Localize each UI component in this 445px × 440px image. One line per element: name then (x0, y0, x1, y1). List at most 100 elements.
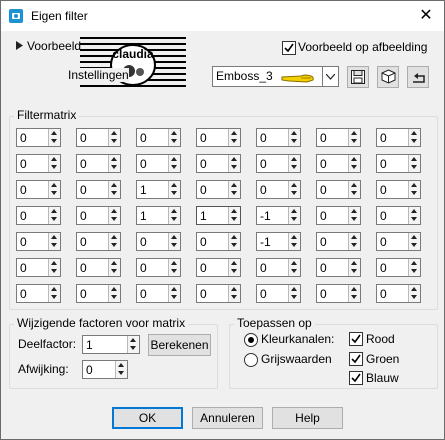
spin-arrows-icon[interactable] (288, 181, 300, 198)
matrix-cell-r7-c2[interactable]: 0 (76, 284, 121, 303)
spin-arrows-icon[interactable] (288, 259, 300, 276)
spin-arrows-icon[interactable] (408, 259, 420, 276)
bias-spinbox[interactable]: 0 (82, 360, 128, 379)
preview-on-image-checkbox[interactable] (282, 41, 296, 55)
matrix-cell-r4-c5[interactable]: -1 (256, 206, 301, 225)
matrix-cell-r7-c6[interactable]: 0 (316, 284, 361, 303)
matrix-cell-r6-c5[interactable]: 0 (256, 258, 301, 277)
matrix-cell-r7-c4[interactable]: 0 (196, 284, 241, 303)
matrix-cell-r6-c3[interactable]: 0 (136, 258, 181, 277)
divisor-spinbox[interactable]: 1 (82, 335, 140, 354)
spin-arrows-icon[interactable] (288, 233, 300, 250)
spin-arrows-icon[interactable] (228, 181, 240, 198)
spin-arrows-icon[interactable] (115, 361, 127, 378)
spin-arrows-icon[interactable] (168, 181, 180, 198)
reset-button[interactable] (407, 66, 429, 88)
matrix-cell-r4-c4[interactable]: 1 (196, 206, 241, 225)
matrix-cell-r3-c4[interactable]: 0 (196, 180, 241, 199)
matrix-cell-r5-c5[interactable]: -1 (256, 232, 301, 251)
matrix-cell-r5-c4[interactable]: 0 (196, 232, 241, 251)
spin-arrows-icon[interactable] (408, 129, 420, 146)
matrix-cell-r1-c1[interactable]: 0 (16, 128, 61, 147)
spin-arrows-icon[interactable] (168, 155, 180, 172)
matrix-cell-r4-c7[interactable]: 0 (376, 206, 421, 225)
spin-arrows-icon[interactable] (348, 259, 360, 276)
spin-arrows-icon[interactable] (48, 233, 60, 250)
spin-arrows-icon[interactable] (288, 285, 300, 302)
spin-arrows-icon[interactable] (408, 285, 420, 302)
matrix-cell-r1-c4[interactable]: 0 (196, 128, 241, 147)
spin-arrows-icon[interactable] (288, 129, 300, 146)
spin-arrows-icon[interactable] (228, 285, 240, 302)
spin-arrows-icon[interactable] (348, 155, 360, 172)
spin-arrows-icon[interactable] (348, 285, 360, 302)
save-preset-button[interactable] (347, 66, 369, 88)
spin-arrows-icon[interactable] (288, 155, 300, 172)
blue-checkbox[interactable] (349, 371, 363, 385)
matrix-cell-r4-c1[interactable]: 0 (16, 206, 61, 225)
spin-arrows-icon[interactable] (168, 233, 180, 250)
preview-label[interactable]: Voorbeeld (27, 39, 81, 53)
spin-arrows-icon[interactable] (108, 233, 120, 250)
matrix-cell-r2-c1[interactable]: 0 (16, 154, 61, 173)
matrix-cell-r3-c6[interactable]: 0 (316, 180, 361, 199)
matrix-cell-r2-c6[interactable]: 0 (316, 154, 361, 173)
dropdown-toggle[interactable] (322, 67, 338, 86)
matrix-cell-r7-c3[interactable]: 0 (136, 284, 181, 303)
matrix-cell-r1-c7[interactable]: 0 (376, 128, 421, 147)
expand-arrow-icon[interactable] (16, 41, 23, 50)
spin-arrows-icon[interactable] (228, 207, 240, 224)
matrix-cell-r6-c6[interactable]: 0 (316, 258, 361, 277)
matrix-cell-r2-c4[interactable]: 0 (196, 154, 241, 173)
matrix-cell-r2-c7[interactable]: 0 (376, 154, 421, 173)
spin-arrows-icon[interactable] (228, 129, 240, 146)
cancel-button[interactable]: Annuleren (192, 407, 263, 429)
matrix-cell-r1-c6[interactable]: 0 (316, 128, 361, 147)
preset-dropdown[interactable]: Emboss_3 (212, 66, 339, 87)
matrix-cell-r2-c3[interactable]: 0 (136, 154, 181, 173)
spin-arrows-icon[interactable] (48, 181, 60, 198)
matrix-cell-r3-c1[interactable]: 0 (16, 180, 61, 199)
matrix-cell-r5-c2[interactable]: 0 (76, 232, 121, 251)
matrix-cell-r5-c3[interactable]: 0 (136, 232, 181, 251)
matrix-cell-r1-c5[interactable]: 0 (256, 128, 301, 147)
matrix-cell-r3-c2[interactable]: 0 (76, 180, 121, 199)
matrix-cell-r4-c2[interactable]: 0 (76, 206, 121, 225)
spin-arrows-icon[interactable] (108, 129, 120, 146)
spin-arrows-icon[interactable] (228, 259, 240, 276)
spin-arrows-icon[interactable] (168, 259, 180, 276)
spin-arrows-icon[interactable] (348, 207, 360, 224)
matrix-cell-r7-c5[interactable]: 0 (256, 284, 301, 303)
load-preset-button[interactable] (377, 66, 399, 88)
spin-arrows-icon[interactable] (168, 129, 180, 146)
matrix-cell-r7-c7[interactable]: 0 (376, 284, 421, 303)
matrix-cell-r7-c1[interactable]: 0 (16, 284, 61, 303)
spin-arrows-icon[interactable] (48, 207, 60, 224)
spin-arrows-icon[interactable] (108, 207, 120, 224)
matrix-cell-r4-c3[interactable]: 1 (136, 206, 181, 225)
spin-arrows-icon[interactable] (408, 155, 420, 172)
ok-button[interactable]: OK (112, 407, 183, 429)
spin-arrows-icon[interactable] (127, 336, 139, 353)
spin-arrows-icon[interactable] (348, 129, 360, 146)
spin-arrows-icon[interactable] (408, 181, 420, 198)
help-button[interactable]: Help (272, 407, 343, 429)
matrix-cell-r5-c1[interactable]: 0 (16, 232, 61, 251)
spin-arrows-icon[interactable] (108, 181, 120, 198)
spin-arrows-icon[interactable] (168, 285, 180, 302)
matrix-cell-r5-c6[interactable]: 0 (316, 232, 361, 251)
spin-arrows-icon[interactable] (108, 259, 120, 276)
spin-arrows-icon[interactable] (408, 207, 420, 224)
spin-arrows-icon[interactable] (48, 155, 60, 172)
matrix-cell-r1-c2[interactable]: 0 (76, 128, 121, 147)
spin-arrows-icon[interactable] (228, 233, 240, 250)
spin-arrows-icon[interactable] (48, 129, 60, 146)
spin-arrows-icon[interactable] (108, 285, 120, 302)
matrix-cell-r6-c2[interactable]: 0 (76, 258, 121, 277)
spin-arrows-icon[interactable] (108, 155, 120, 172)
spin-arrows-icon[interactable] (408, 233, 420, 250)
matrix-cell-r2-c2[interactable]: 0 (76, 154, 121, 173)
spin-arrows-icon[interactable] (48, 259, 60, 276)
greyscale-radio[interactable] (244, 353, 258, 367)
matrix-cell-r6-c1[interactable]: 0 (16, 258, 61, 277)
